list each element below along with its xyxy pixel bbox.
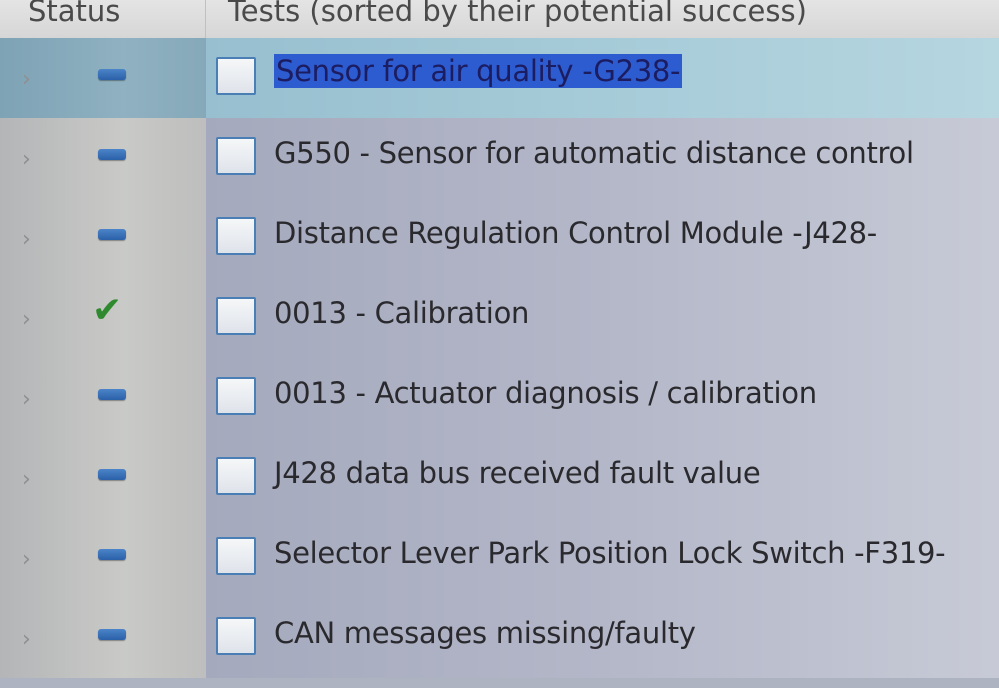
- chevron-right-icon[interactable]: ›: [22, 547, 31, 572]
- test-label[interactable]: Distance Regulation Control Module -J428…: [274, 216, 877, 250]
- blue-dash-icon: [98, 149, 126, 160]
- test-label[interactable]: 0013 - Calibration: [274, 296, 529, 330]
- test-label[interactable]: G550 - Sensor for automatic distance con…: [274, 136, 914, 170]
- test-label[interactable]: Sensor for air quality -G238-: [274, 54, 683, 88]
- chevron-right-icon[interactable]: ›: [22, 307, 31, 332]
- checkbox-icon[interactable]: [216, 377, 256, 415]
- chevron-right-icon[interactable]: ›: [22, 627, 31, 652]
- table-row[interactable]: › ✔ 0013 - Calibration: [0, 278, 999, 358]
- blue-dash-icon: [98, 389, 126, 400]
- chevron-right-icon[interactable]: ›: [22, 467, 31, 492]
- table-row[interactable]: › G550 - Sensor for automatic distance c…: [0, 118, 999, 198]
- table-row[interactable]: › Distance Regulation Control Module -J4…: [0, 198, 999, 278]
- status-header-label: Status: [28, 0, 121, 28]
- test-label[interactable]: Selector Lever Park Position Lock Switch…: [274, 536, 946, 570]
- test-label[interactable]: 0013 - Actuator diagnosis / calibration: [274, 376, 817, 410]
- tests-column-header[interactable]: Tests (sorted by their potential success…: [228, 0, 807, 28]
- blue-dash-icon: [98, 469, 126, 480]
- test-plan-list: Status Tests (sorted by their potential …: [0, 0, 999, 688]
- list-header: Status Tests (sorted by their potential …: [0, 0, 999, 39]
- chevron-right-icon[interactable]: ›: [22, 67, 31, 92]
- test-label[interactable]: J428 data bus received fault value: [274, 456, 761, 490]
- table-row[interactable]: › Sensor for air quality -G238-: [0, 38, 999, 118]
- blue-dash-icon: [98, 69, 126, 80]
- chevron-right-icon[interactable]: ›: [22, 147, 31, 172]
- test-rows: › Sensor for air quality -G238- › G550 -…: [0, 38, 999, 688]
- checkbox-icon[interactable]: [216, 537, 256, 575]
- checkbox-icon[interactable]: [216, 297, 256, 335]
- checkbox-icon[interactable]: [216, 57, 256, 95]
- blue-dash-icon: [98, 229, 126, 240]
- test-label[interactable]: CAN messages missing/faulty: [274, 616, 696, 650]
- table-row[interactable]: › Selector Lever Park Position Lock Swit…: [0, 518, 999, 598]
- green-check-icon: ✔: [92, 290, 123, 331]
- status-column-header[interactable]: Status: [0, 0, 206, 38]
- checkbox-icon[interactable]: [216, 217, 256, 255]
- checkbox-icon[interactable]: [216, 457, 256, 495]
- table-row[interactable]: › 0013 - Actuator diagnosis / calibratio…: [0, 358, 999, 438]
- table-row[interactable]: › CAN messages missing/faulty: [0, 598, 999, 678]
- chevron-right-icon[interactable]: ›: [22, 387, 31, 412]
- table-row[interactable]: › J428 data bus received fault value: [0, 438, 999, 518]
- checkbox-icon[interactable]: [216, 617, 256, 655]
- chevron-right-icon[interactable]: ›: [22, 227, 31, 252]
- blue-dash-icon: [98, 629, 126, 640]
- checkbox-icon[interactable]: [216, 137, 256, 175]
- blue-dash-icon: [98, 549, 126, 560]
